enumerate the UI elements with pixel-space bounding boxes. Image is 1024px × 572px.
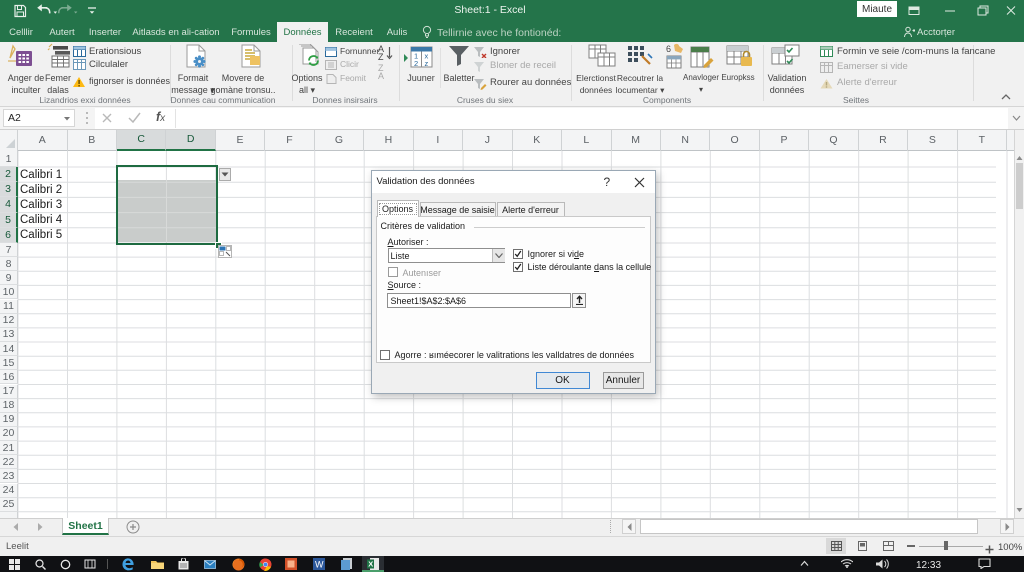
svg-text:z: z <box>425 59 429 68</box>
svg-text:X: X <box>368 560 373 569</box>
svg-text:W: W <box>315 560 324 570</box>
svg-text:6: 6 <box>666 44 671 54</box>
svg-text:2: 2 <box>414 59 418 68</box>
